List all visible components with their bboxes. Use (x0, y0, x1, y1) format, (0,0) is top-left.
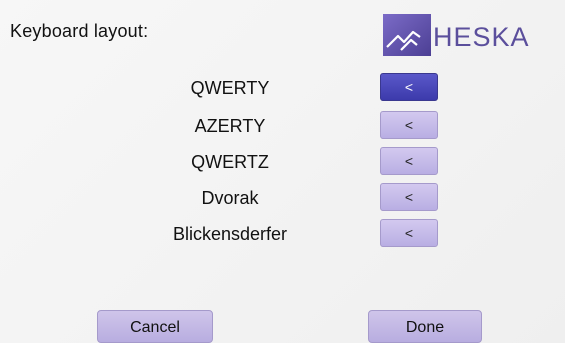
keyboard-layout-screen: Keyboard layout: HESKA QWERTY < AZERTY <… (0, 0, 565, 343)
layout-list: QWERTY < AZERTY < QWERTZ < Dvorak < Blic… (0, 0, 565, 260)
layout-label: QWERTY (190, 78, 270, 98)
layout-label: QWERTZ (191, 152, 269, 172)
select-dvorak-button[interactable]: < (380, 183, 438, 211)
done-button[interactable]: Done (368, 310, 482, 343)
select-azerty-button[interactable]: < (380, 111, 438, 139)
layout-row-qwertz: QWERTZ < (0, 144, 565, 180)
layout-label: AZERTY (194, 116, 266, 136)
layout-row-blickensderfer: Blickensderfer < (0, 216, 565, 252)
select-blickensderfer-button[interactable]: < (380, 219, 438, 247)
layout-row-dvorak: Dvorak < (0, 180, 565, 216)
select-qwerty-button[interactable]: < (380, 73, 438, 101)
layout-row-qwerty: QWERTY < (0, 70, 565, 106)
select-qwertz-button[interactable]: < (380, 147, 438, 175)
layout-label: Dvorak (201, 188, 259, 208)
cancel-button[interactable]: Cancel (97, 310, 213, 343)
layout-row-azerty: AZERTY < (0, 108, 565, 144)
layout-label: Blickensderfer (172, 224, 288, 244)
